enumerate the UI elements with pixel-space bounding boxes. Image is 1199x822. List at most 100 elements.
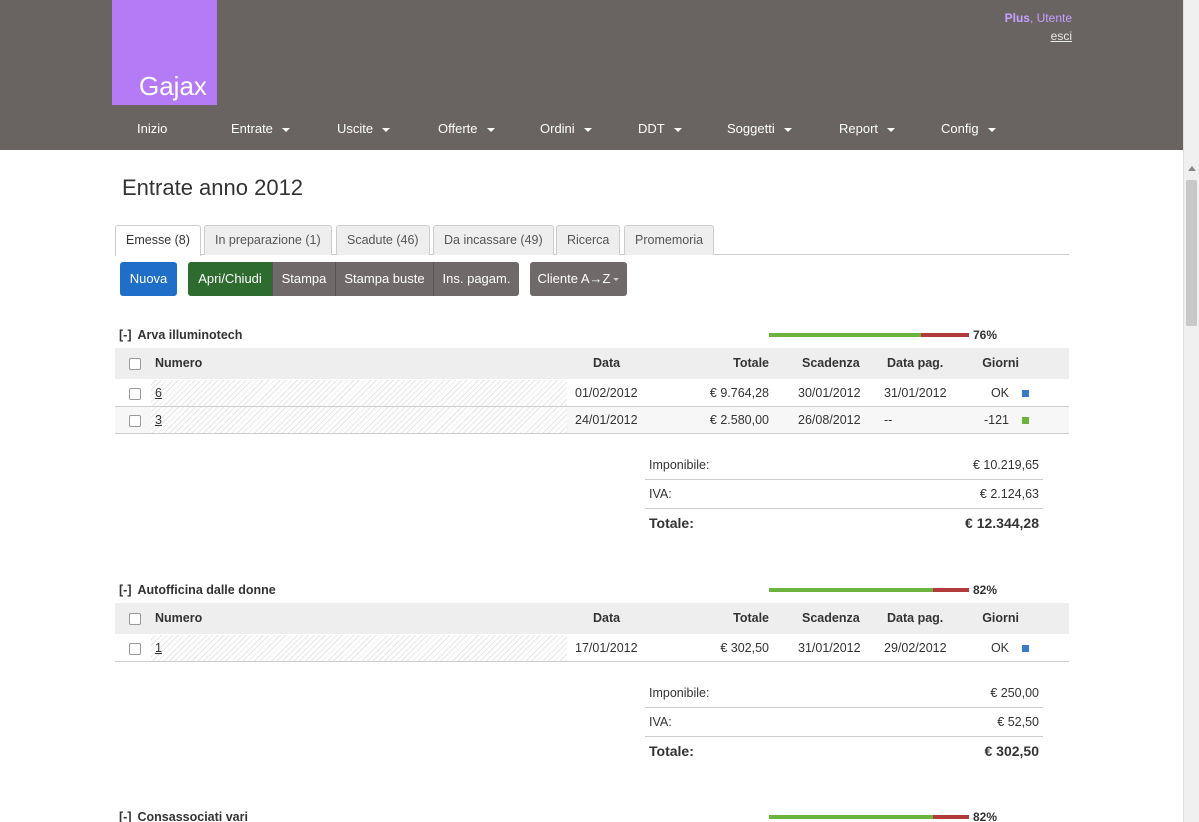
add-payment-button[interactable]: Ins. pagam. — [433, 262, 519, 296]
tab-3[interactable]: Da incassare (49) — [433, 225, 554, 255]
nav-item-report[interactable]: Report — [839, 121, 896, 136]
nav-item-label: DDT — [638, 121, 665, 136]
scroll-up-icon[interactable] — [1188, 166, 1196, 171]
plan-label: Plus — [1004, 11, 1030, 25]
grand-total-label: Totale: — [649, 515, 694, 531]
nav-item-entrate[interactable]: Entrate — [231, 121, 290, 136]
column-header-data_pag[interactable]: Data pag. — [887, 603, 943, 634]
row-hatch — [151, 407, 567, 433]
progress-fill — [769, 815, 933, 819]
column-header-giorni[interactable]: Giorni — [982, 348, 1019, 379]
select-all-checkbox[interactable] — [129, 613, 141, 625]
tab-4[interactable]: Ricerca — [556, 225, 621, 255]
table-header: Numero Data Totale Scadenza Data pag. Giorni — [115, 603, 1069, 634]
nav-item-label: Offerte — [438, 121, 478, 136]
logout-link[interactable]: esci — [1005, 29, 1072, 43]
table-row[interactable]: 3 24/01/2012 € 2.580,00 26/08/2012 -- -121 — [115, 407, 1069, 434]
progress-percent: 76% — [973, 328, 998, 342]
column-header-giorni[interactable]: Giorni — [982, 603, 1019, 634]
nav-item-soggetti[interactable]: Soggetti — [727, 121, 792, 136]
days-status: -121 — [983, 413, 1009, 427]
user-separator: , — [1029, 11, 1034, 25]
tab-2[interactable]: Scadute (46) — [336, 225, 430, 255]
nav-item-label: Config — [941, 121, 979, 136]
invoice-link[interactable]: 1 — [155, 641, 162, 655]
row-checkbox[interactable] — [129, 415, 141, 427]
invoice-number: 3 — [155, 407, 162, 434]
payment-progress-bar — [769, 588, 969, 592]
status-square-icon — [1022, 417, 1029, 424]
taxable-amount-label: Imponibile: — [649, 458, 710, 472]
invoice-total: € 2.580,00 — [709, 413, 769, 427]
column-header-data[interactable]: Data — [593, 603, 620, 634]
tab-1[interactable]: In preparazione (1) — [204, 225, 332, 255]
nav-item-label: Uscite — [337, 121, 374, 136]
chevron-down-icon — [987, 127, 996, 132]
print-envelopes-button[interactable]: Stampa buste — [335, 262, 433, 296]
row-checkbox[interactable] — [129, 388, 141, 400]
tab-0[interactable]: Emesse (8) — [115, 225, 201, 256]
taxable-amount-row: Imponibile: € 10.219,65 — [645, 451, 1043, 480]
column-header-totale[interactable]: Totale — [733, 603, 769, 634]
column-header-data[interactable]: Data — [593, 348, 620, 379]
payment-progress-bar — [769, 815, 969, 819]
grand-total-value: € 12.344,28 — [965, 515, 1039, 531]
table-row[interactable]: 6 01/02/2012 € 9.764,28 30/01/2012 31/01/201… — [115, 380, 1069, 407]
grand-total-row: Totale: € 302,50 — [645, 737, 1043, 766]
user-name[interactable]: Utente — [1037, 11, 1072, 25]
column-header-numero[interactable]: Numero — [155, 603, 202, 634]
vat-amount-row: IVA: € 2.124,63 — [645, 480, 1043, 509]
column-header-data_pag[interactable]: Data pag. — [887, 348, 943, 379]
nav-item-label: Ordini — [540, 121, 575, 136]
invoice-link[interactable]: 3 — [155, 413, 162, 427]
table-row[interactable]: 1 17/01/2012 € 302,50 31/01/2012 29/02/2012 O… — [115, 635, 1069, 662]
user-panel: Plus, Utente esci — [1005, 11, 1072, 43]
days-status: OK — [990, 641, 1009, 655]
vat-amount-label: IVA: — [649, 715, 672, 729]
invoice-number: 1 — [155, 635, 162, 662]
nav-item-offerte[interactable]: Offerte — [438, 121, 495, 136]
collapse-toggle[interactable]: [-] — [119, 328, 132, 342]
row-hatch — [151, 635, 567, 661]
invoice-date: 17/01/2012 — [575, 641, 638, 655]
row-hatch — [151, 380, 567, 406]
days-status: OK — [990, 386, 1009, 400]
page-scrollbar[interactable] — [1183, 0, 1199, 822]
nav-item-config[interactable]: Config — [941, 121, 996, 136]
invoice-date: 24/01/2012 — [575, 413, 638, 427]
chevron-down-icon — [281, 127, 290, 132]
scrollbar-thumb[interactable] — [1186, 180, 1197, 326]
nav-item-ddt[interactable]: DDT — [638, 121, 682, 136]
select-all-checkbox[interactable] — [129, 358, 141, 370]
nav-item-label: Inizio — [137, 121, 168, 136]
invoice-link[interactable]: 6 — [155, 386, 162, 400]
status-square-icon — [1022, 645, 1029, 652]
column-header-totale[interactable]: Totale — [733, 348, 769, 379]
top-header: Gajax Plus, Utente esci Inizio Entrate Usc… — [0, 0, 1183, 150]
group-header: [-] Consassociati vari — [119, 810, 248, 822]
collapse-toggle[interactable]: [-] — [119, 810, 132, 822]
invoice-date: 01/02/2012 — [575, 386, 638, 400]
nav-item-ordini[interactable]: Ordini — [540, 121, 592, 136]
due-date: 30/01/2012 — [798, 386, 861, 400]
column-header-scadenza[interactable]: Scadenza — [802, 348, 860, 379]
new-button[interactable]: Nuova — [120, 262, 177, 296]
nav-item-label: Entrate — [231, 121, 273, 136]
column-header-numero[interactable]: Numero — [155, 348, 202, 379]
sort-dropdown[interactable]: Cliente A→Z — [530, 262, 627, 296]
due-date: 26/08/2012 — [798, 413, 861, 427]
taxable-amount-label: Imponibile: — [649, 686, 710, 700]
column-header-scadenza[interactable]: Scadenza — [802, 603, 860, 634]
nav-item-inizio[interactable]: Inizio — [137, 121, 167, 136]
row-checkbox[interactable] — [129, 643, 141, 655]
app-logo[interactable]: Gajax — [112, 0, 217, 105]
toggle-groups-button[interactable]: Apri/Chiudi — [188, 262, 272, 296]
print-button[interactable]: Stampa — [272, 262, 335, 296]
progress-fill — [769, 333, 921, 337]
tab-5[interactable]: Promemoria — [624, 225, 715, 255]
collapse-toggle[interactable]: [-] — [119, 583, 132, 597]
taxable-amount-value: € 10.219,65 — [972, 458, 1039, 472]
nav-item-uscite[interactable]: Uscite — [337, 121, 391, 136]
status-square-icon — [1022, 390, 1029, 397]
invoice-total: € 9.764,28 — [709, 386, 769, 400]
